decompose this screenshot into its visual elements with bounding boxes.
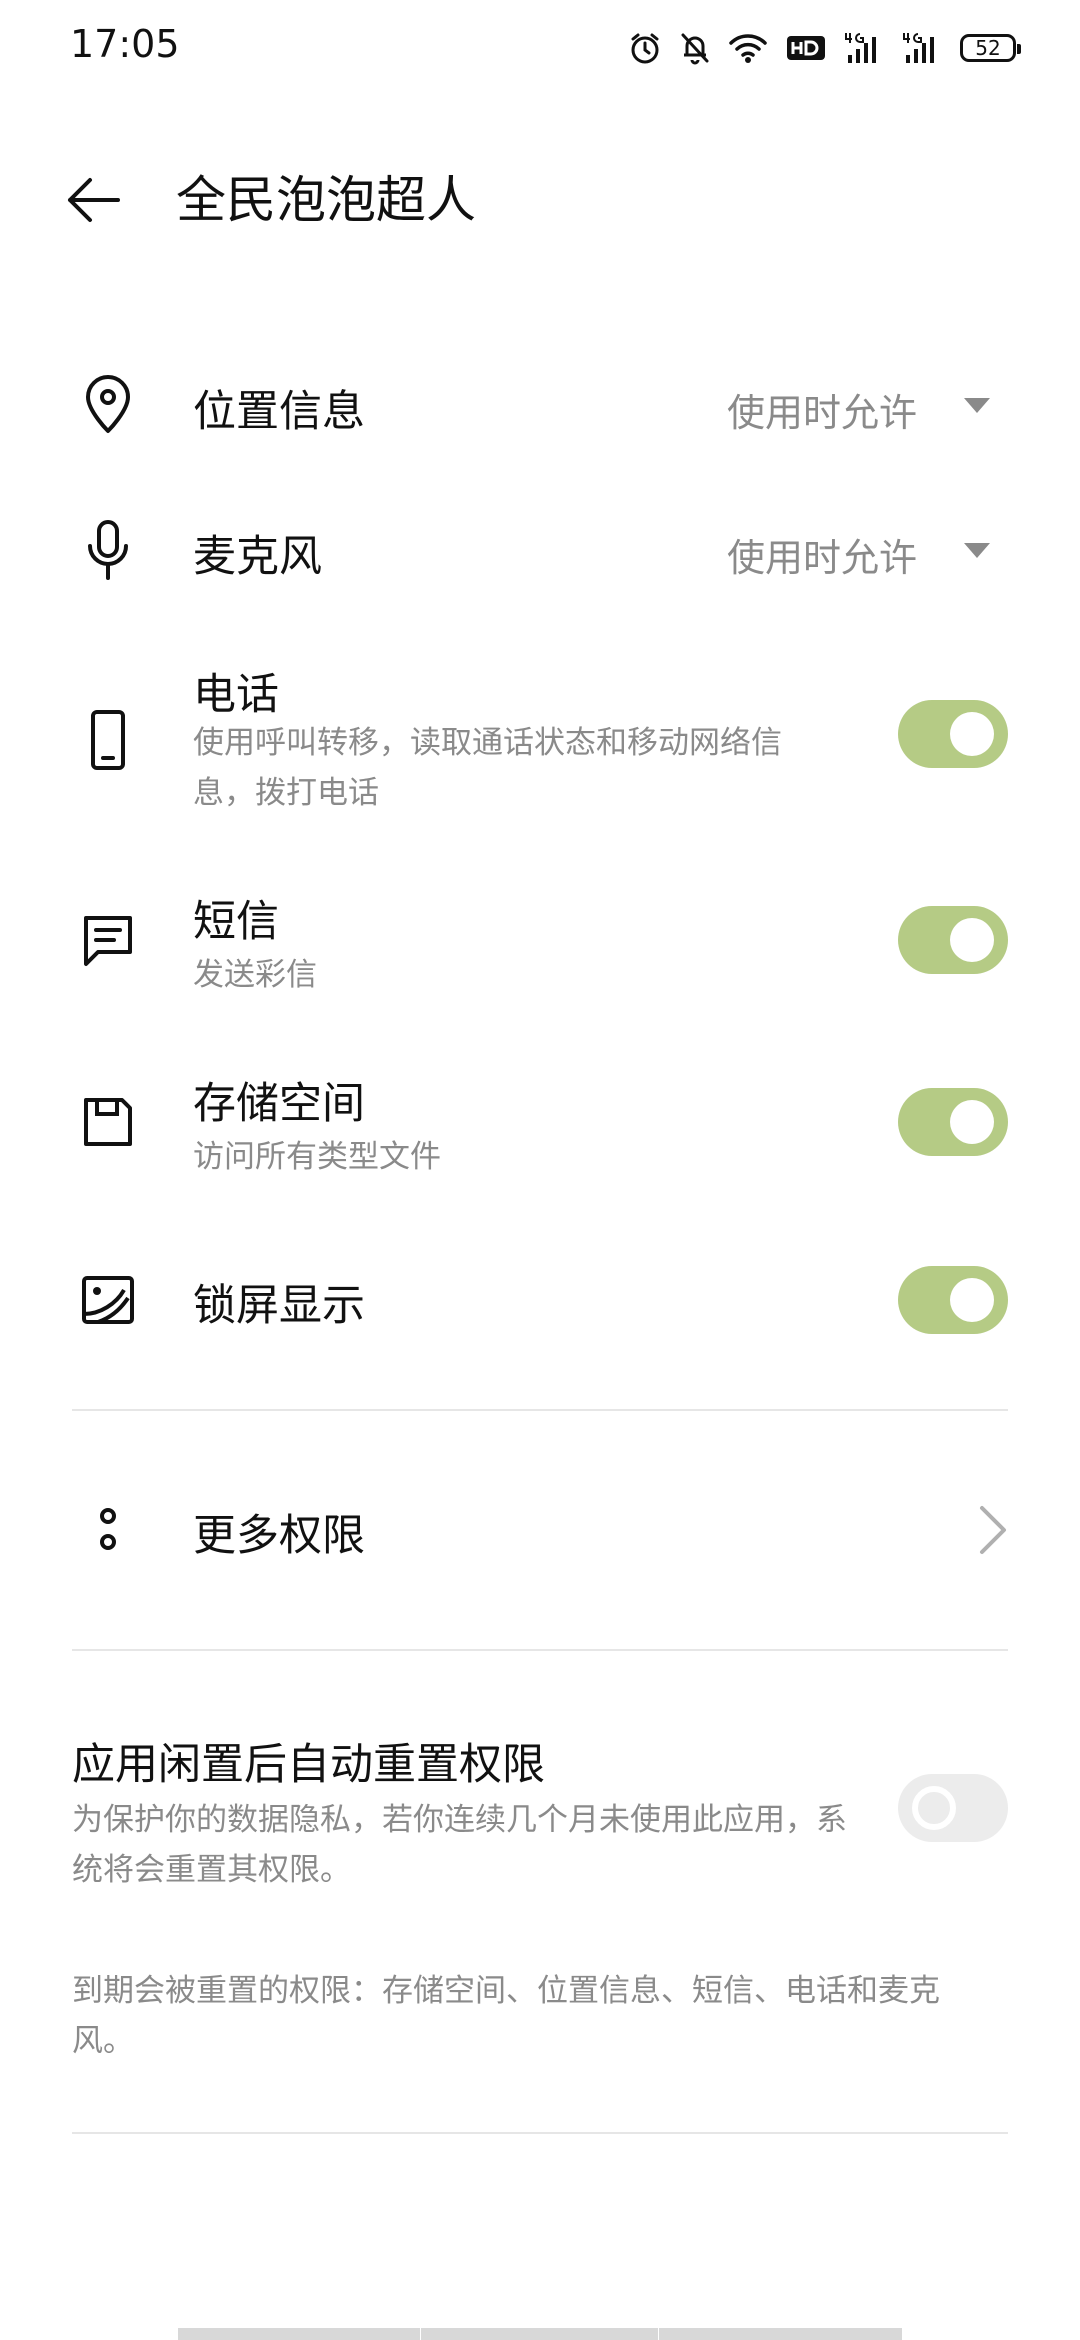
nav-handle-left[interactable] [178,2328,420,2340]
lockscreen-permission-toggle[interactable] [898,1266,1008,1334]
battery-icon: 52 [960,34,1021,62]
auto-reset-title: 应用闲置后自动重置权限 [72,1740,545,1790]
wifi-icon [729,34,767,63]
signal-4g-icon [845,33,876,63]
permission-label-microphone: 麦克风 [193,532,322,582]
more-options-icon [72,1494,144,1566]
permission-row-sms[interactable]: 短信 发送彩信 [0,880,1080,1000]
toggle-knob [950,1278,994,1322]
status-time: 17:05 [70,22,180,66]
auto-reset-toggle[interactable] [898,1774,1008,1842]
hd-icon [787,36,825,60]
auto-reset-footnote: 到期会被重置的权限：存储空间、位置信息、短信、电话和麦克风。 [72,1973,940,2059]
permission-label-phone: 电话 [193,670,279,720]
divider [72,1409,1008,1411]
back-button[interactable] [62,168,126,232]
lockscreen-image-icon [72,1264,144,1336]
chevron-down-icon [964,543,990,558]
toggle-knob [950,712,994,756]
chevron-down-icon [964,398,990,413]
permission-description-sms: 发送彩信 [193,957,317,993]
back-arrow-icon [68,178,120,222]
more-permissions-label: 更多权限 [193,1511,365,1561]
sms-permission-toggle[interactable] [898,906,1008,974]
status-bar: 17:05 52 [0,0,1080,96]
permission-row-storage[interactable]: 存储空间 访问所有类型文件 [0,1062,1080,1182]
permission-label-lockscreen: 锁屏显示 [193,1281,365,1331]
storage-save-icon [72,1086,144,1158]
permission-row-phone[interactable]: 电话 使用呼叫转移，读取通话状态和移动网络信息，拨打电话 [0,650,1080,830]
permission-description-phone: 使用呼叫转移，读取通话状态和移动网络信息，拨打电话 [193,725,782,811]
toggle-knob [950,1100,994,1144]
permission-row-lockscreen[interactable]: 锁屏显示 [0,1250,1080,1350]
auto-reset-description: 为保护你的数据隐私，若你连续几个月未使用此应用，系统将会重置其权限。 [72,1802,847,1888]
permission-label-storage: 存储空间 [193,1079,365,1129]
divider [72,1649,1008,1651]
permission-description-storage: 访问所有类型文件 [193,1139,441,1175]
more-permissions-row[interactable]: 更多权限 [0,1480,1080,1580]
mute-bell-icon [681,33,709,65]
microphone-icon [72,514,144,586]
toggle-knob [912,1786,956,1830]
page-title: 全民泡泡超人 [176,171,476,229]
nav-handle-right[interactable] [659,2328,902,2340]
storage-permission-toggle[interactable] [898,1088,1008,1156]
divider [72,2132,1008,2134]
battery-level: 52 [975,36,1001,60]
microphone-access-value[interactable]: 使用时允许 [727,527,917,582]
status-icons: 52 [628,26,1021,70]
permission-row-location[interactable]: 位置信息 使用时允许 [0,350,1080,460]
phone-permission-toggle[interactable] [898,700,1008,768]
permission-label-sms: 短信 [193,897,279,947]
location-access-value[interactable]: 使用时允许 [727,382,917,437]
nav-handle-center[interactable] [421,2328,658,2340]
chevron-right-icon [980,1506,1006,1554]
signal-4g-icon-2 [903,33,934,63]
phone-icon [72,704,144,776]
permission-label-location: 位置信息 [193,387,365,437]
toggle-knob [950,918,994,962]
alarm-icon [631,33,659,64]
permission-row-microphone[interactable]: 麦克风 使用时允许 [0,495,1080,605]
message-icon [72,904,144,976]
location-pin-icon [72,369,144,441]
